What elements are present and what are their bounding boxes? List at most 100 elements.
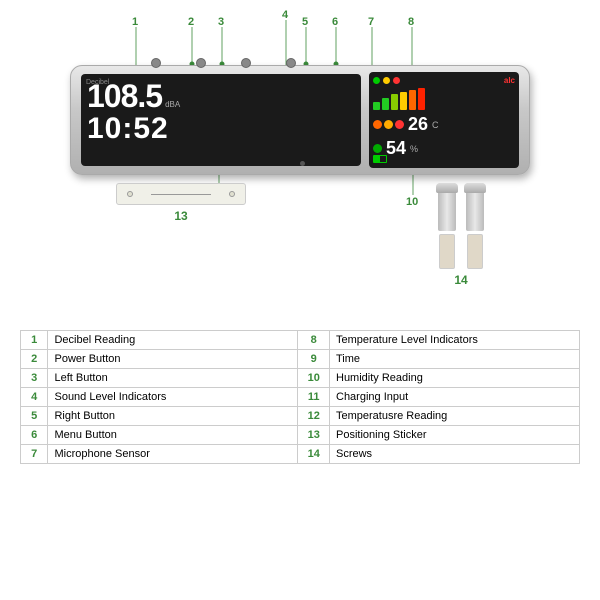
table-row: 6 Menu Button 13 Positioning Sticker — [21, 426, 580, 445]
charging-indicator — [373, 155, 387, 163]
table-row: 3 Left Button 10 Humidity Reading — [21, 369, 580, 388]
row-left-label: Left Button — [48, 369, 298, 388]
bar-6 — [418, 88, 425, 110]
row-right-label: Positioning Sticker — [330, 426, 580, 445]
main-container: 1 2 3 4 5 6 7 — [0, 0, 600, 600]
dba-label: dBA — [165, 100, 180, 109]
table-row: 7 Microphone Sensor 14 Screws — [21, 445, 580, 464]
bar-2 — [382, 98, 389, 110]
num-label-1: 1 — [132, 16, 138, 28]
num-label-2: 2 — [188, 16, 194, 28]
left-button[interactable] — [196, 58, 206, 68]
decibel-label: Decibel — [86, 79, 109, 86]
temp-unit: C — [432, 120, 439, 130]
table-row: 4 Sound Level Indicators 11 Charging Inp… — [21, 388, 580, 407]
anchor-1 — [439, 234, 455, 269]
row-right-num: 10 — [298, 369, 330, 388]
row-left-num: 5 — [21, 407, 48, 426]
row-right-num: 11 — [298, 388, 330, 407]
row-left-num: 7 — [21, 445, 48, 464]
bar-4 — [400, 92, 407, 110]
row-left-label: Menu Button — [48, 426, 298, 445]
diagram-area: 1 2 3 4 5 6 7 — [20, 10, 580, 320]
humidity-value: 54 — [386, 138, 406, 159]
alc-label: alc — [504, 76, 515, 85]
accessories-row: 13 — [20, 183, 580, 287]
sticker-num: 13 — [174, 209, 187, 223]
bar-1 — [373, 102, 380, 110]
temperature-value: 26 — [408, 114, 428, 135]
bar-3 — [391, 94, 398, 110]
row-right-num: 13 — [298, 426, 330, 445]
temp-row: 26 C — [373, 114, 515, 135]
row-left-num: 1 — [21, 331, 48, 350]
battery-icon — [373, 155, 387, 163]
dot-red — [393, 77, 400, 84]
bar-indicators — [373, 88, 515, 110]
table-row: 2 Power Button 9 Time — [21, 350, 580, 369]
screw-head-1 — [436, 183, 458, 193]
battery-fill — [374, 156, 380, 162]
positioning-sticker — [116, 183, 246, 205]
dot-yellow — [383, 77, 390, 84]
level-dots — [373, 77, 400, 84]
row-right-num: 8 — [298, 331, 330, 350]
row-left-label: Power Button — [48, 350, 298, 369]
right-button[interactable] — [241, 58, 251, 68]
num-label-4: 4 — [282, 10, 289, 21]
row-left-num: 6 — [21, 426, 48, 445]
indicator-dots-row: alc — [373, 76, 515, 85]
humidity-row: 54 % — [373, 138, 515, 159]
row-right-label: Screws — [330, 445, 580, 464]
row-right-label: Time — [330, 350, 580, 369]
humidity-unit: % — [410, 144, 418, 154]
row-right-num: 9 — [298, 350, 330, 369]
dot-green — [373, 77, 380, 84]
sticker-dot-right — [229, 191, 235, 197]
screws-num: 14 — [454, 273, 467, 287]
num-label-6: 6 — [332, 16, 338, 28]
row-left-label: Right Button — [48, 407, 298, 426]
anchor-2 — [467, 234, 483, 269]
row-left-label: Sound Level Indicators — [48, 388, 298, 407]
device-buttons — [151, 58, 296, 68]
legend-table: 1 Decibel Reading 8 Temperature Level In… — [20, 330, 580, 464]
screws-item: 14 — [438, 183, 484, 287]
screw-anchor-1 — [438, 183, 456, 269]
num-label-5: 5 — [302, 16, 308, 28]
sticker-dot-left — [127, 191, 133, 197]
row-right-label: Temperatusre Reading — [330, 407, 580, 426]
power-button[interactable] — [151, 58, 161, 68]
row-right-num: 12 — [298, 407, 330, 426]
time-display: 10:52 — [87, 114, 169, 144]
row-left-label: Decibel Reading — [48, 331, 298, 350]
screw-anchor-2 — [466, 183, 484, 269]
temp-icon2 — [384, 120, 393, 129]
screws-container — [438, 183, 484, 269]
row-right-label: Temperature Level Indicators — [330, 331, 580, 350]
screw-1 — [438, 183, 456, 231]
sticker-item: 13 — [116, 183, 246, 223]
device: Decibel 108.5 dBA 10:52 alc — [70, 65, 530, 175]
row-right-num: 14 — [298, 445, 330, 464]
microphone-sensor — [300, 161, 305, 166]
screw-2 — [466, 183, 484, 231]
menu-button[interactable] — [286, 58, 296, 68]
row-right-label: Humidity Reading — [330, 369, 580, 388]
device-right-panel: alc 26 — [369, 72, 519, 168]
temp-icon — [373, 120, 382, 129]
row-left-label: Microphone Sensor — [48, 445, 298, 464]
bar-5 — [409, 90, 416, 110]
num-label-7: 7 — [368, 16, 374, 28]
num-label-8: 8 — [408, 16, 414, 28]
row-left-num: 4 — [21, 388, 48, 407]
humidity-icon — [373, 144, 382, 153]
num-label-3: 3 — [218, 16, 224, 28]
device-screen: Decibel 108.5 dBA 10:52 — [81, 74, 361, 166]
screw-head-2 — [464, 183, 486, 193]
sticker-line — [151, 194, 211, 195]
table-row: 5 Right Button 12 Temperatusre Reading — [21, 407, 580, 426]
temp-icon3 — [395, 120, 404, 129]
row-left-num: 2 — [21, 350, 48, 369]
row-left-num: 3 — [21, 369, 48, 388]
